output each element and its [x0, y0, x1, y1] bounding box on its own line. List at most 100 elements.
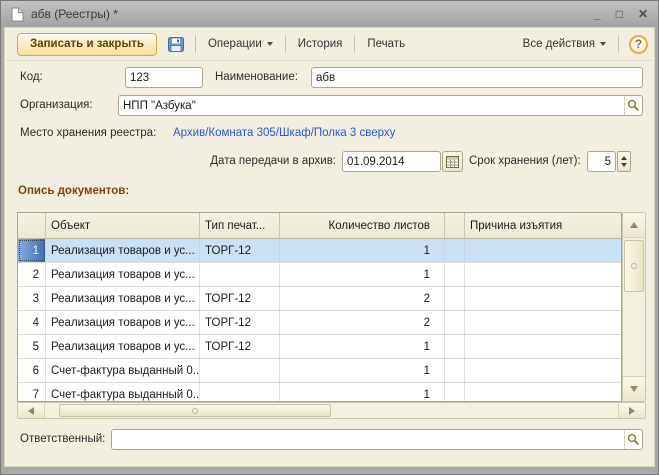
scroll-right-button[interactable] — [618, 403, 645, 418]
minimize-button[interactable]: _ — [594, 8, 601, 20]
cell-object[interactable]: Реализация товаров и ус... — [46, 287, 200, 310]
scroll-track[interactable] — [45, 403, 59, 418]
cell-num[interactable]: 3 — [18, 287, 46, 310]
organization-lookup-button[interactable] — [624, 96, 642, 115]
cell-reason[interactable] — [465, 335, 621, 358]
cell-sheets[interactable]: 1 — [280, 383, 445, 402]
scroll-left-button[interactable] — [18, 403, 45, 418]
cell-num[interactable]: 1 — [18, 239, 46, 262]
maximize-button[interactable]: □ — [616, 8, 623, 20]
horizontal-scroll-thumb[interactable] — [59, 404, 331, 417]
all-actions-button[interactable]: Все действия — [517, 33, 612, 55]
cell-num[interactable]: 4 — [18, 311, 46, 334]
column-header-0[interactable] — [18, 213, 46, 238]
cell-reason[interactable] — [465, 263, 621, 286]
cell-flag[interactable] — [445, 359, 465, 382]
toolbar: Записать и закрыть Операции История Печа… — [17, 31, 648, 57]
table-row[interactable]: 1Реализация товаров и ус...ТОРГ-121 — [18, 239, 621, 263]
cell-sheets[interactable]: 1 — [280, 239, 445, 262]
cell-num[interactable]: 7 — [18, 383, 46, 402]
code-field[interactable]: 123 — [125, 67, 203, 88]
cell-object[interactable]: Реализация товаров и ус... — [46, 311, 200, 334]
cell-object[interactable]: Реализация товаров и ус... — [46, 239, 200, 262]
table-row[interactable]: 3Реализация товаров и ус...ТОРГ-122 — [18, 287, 621, 311]
column-header-объект[interactable]: Объект — [46, 213, 200, 238]
cell-sheets[interactable]: 1 — [280, 263, 445, 286]
cell-flag[interactable] — [445, 263, 465, 286]
column-header-количество-листов[interactable]: Количество листов — [280, 213, 445, 238]
column-header-4[interactable] — [445, 213, 465, 238]
cell-flag[interactable] — [445, 335, 465, 358]
cell-type[interactable]: ТОРГ-12 — [200, 287, 280, 310]
retention-field[interactable]: 5 — [587, 151, 616, 172]
organization-field[interactable]: НПП "Азбука" — [118, 95, 643, 116]
cell-type[interactable] — [200, 263, 280, 286]
toolbar-divider — [6, 60, 653, 61]
column-header-причина-изъятия[interactable]: Причина изъятия — [465, 213, 621, 238]
cell-object[interactable]: Счет-фактура выданный 0... — [46, 359, 200, 382]
cell-type[interactable] — [200, 383, 280, 402]
table-row[interactable]: 5Реализация товаров и ус...ТОРГ-121 — [18, 335, 621, 359]
cell-type[interactable] — [200, 359, 280, 382]
cell-type[interactable]: ТОРГ-12 — [200, 311, 280, 334]
cell-reason[interactable] — [465, 359, 621, 382]
cell-flag[interactable] — [445, 239, 465, 262]
spin-up-icon[interactable] — [621, 156, 627, 160]
help-button[interactable]: ? — [629, 35, 648, 54]
responsible-lookup-button[interactable] — [624, 430, 642, 449]
cell-type[interactable]: ТОРГ-12 — [200, 239, 280, 262]
cell-num[interactable]: 5 — [18, 335, 46, 358]
spin-down-icon[interactable] — [621, 163, 627, 167]
code-value: 123 — [130, 72, 198, 84]
cell-reason[interactable] — [465, 287, 621, 310]
cell-object[interactable]: Счет-фактура выданный 0... — [46, 383, 200, 402]
cell-num[interactable]: 2 — [18, 263, 46, 286]
history-button[interactable]: История — [292, 33, 349, 55]
responsible-field[interactable] — [111, 429, 643, 450]
table-row[interactable]: 7Счет-фактура выданный 0... 1 — [18, 383, 621, 402]
scroll-up-button[interactable] — [623, 213, 645, 238]
floppy-disk-icon — [168, 37, 184, 52]
column-header-тип-печат-[interactable]: Тип печат... — [200, 213, 280, 238]
storage-place-link[interactable]: Архив/Комната 305/Шкаф/Полка 3 сверху — [173, 127, 395, 139]
cell-sheets[interactable]: 1 — [280, 335, 445, 358]
arrow-right-icon — [629, 407, 635, 415]
cell-reason[interactable] — [465, 239, 621, 262]
operations-menu-button[interactable]: Операции — [202, 33, 279, 55]
name-field[interactable]: абв — [311, 67, 643, 88]
toolbar-separator — [195, 35, 196, 53]
vertical-scroll-thumb[interactable] — [624, 240, 644, 292]
name-label: Наименование: — [215, 71, 298, 83]
cell-flag[interactable] — [445, 287, 465, 310]
retention-stepper[interactable] — [617, 151, 631, 172]
table-row[interactable]: 2Реализация товаров и ус... 1 — [18, 263, 621, 287]
print-button[interactable]: Печать — [361, 33, 411, 55]
table-body: 1Реализация товаров и ус...ТОРГ-1212Реал… — [18, 239, 621, 402]
horizontal-scrollbar[interactable] — [17, 402, 646, 419]
save-button[interactable] — [163, 33, 189, 55]
all-actions-label: Все действия — [523, 38, 595, 50]
cell-sheets[interactable]: 2 — [280, 311, 445, 334]
cell-object[interactable]: Реализация товаров и ус... — [46, 263, 200, 286]
cell-num[interactable]: 6 — [18, 359, 46, 382]
cell-sheets[interactable]: 1 — [280, 359, 445, 382]
archive-date-value: 01.09.2014 — [347, 156, 436, 168]
cell-object[interactable]: Реализация товаров и ус... — [46, 335, 200, 358]
table-row[interactable]: 4Реализация товаров и ус...ТОРГ-122 — [18, 311, 621, 335]
cell-reason[interactable] — [465, 383, 621, 402]
documents-section-title: Опись документов: — [18, 185, 129, 197]
cell-sheets[interactable]: 2 — [280, 287, 445, 310]
calendar-button[interactable] — [442, 151, 463, 172]
table-row[interactable]: 6Счет-фактура выданный 0... 1 — [18, 359, 621, 383]
organization-label: Организация: — [20, 99, 93, 111]
save-and-close-button[interactable]: Записать и закрыть — [17, 33, 157, 56]
cell-type[interactable]: ТОРГ-12 — [200, 335, 280, 358]
close-button[interactable]: ✕ — [638, 8, 648, 20]
cell-flag[interactable] — [445, 311, 465, 334]
vertical-scrollbar[interactable] — [622, 212, 646, 402]
cell-reason[interactable] — [465, 311, 621, 334]
organization-value: НПП "Азбука" — [123, 100, 624, 112]
cell-flag[interactable] — [445, 383, 465, 402]
scroll-down-button[interactable] — [623, 376, 645, 401]
archive-date-field[interactable]: 01.09.2014 — [342, 151, 441, 172]
